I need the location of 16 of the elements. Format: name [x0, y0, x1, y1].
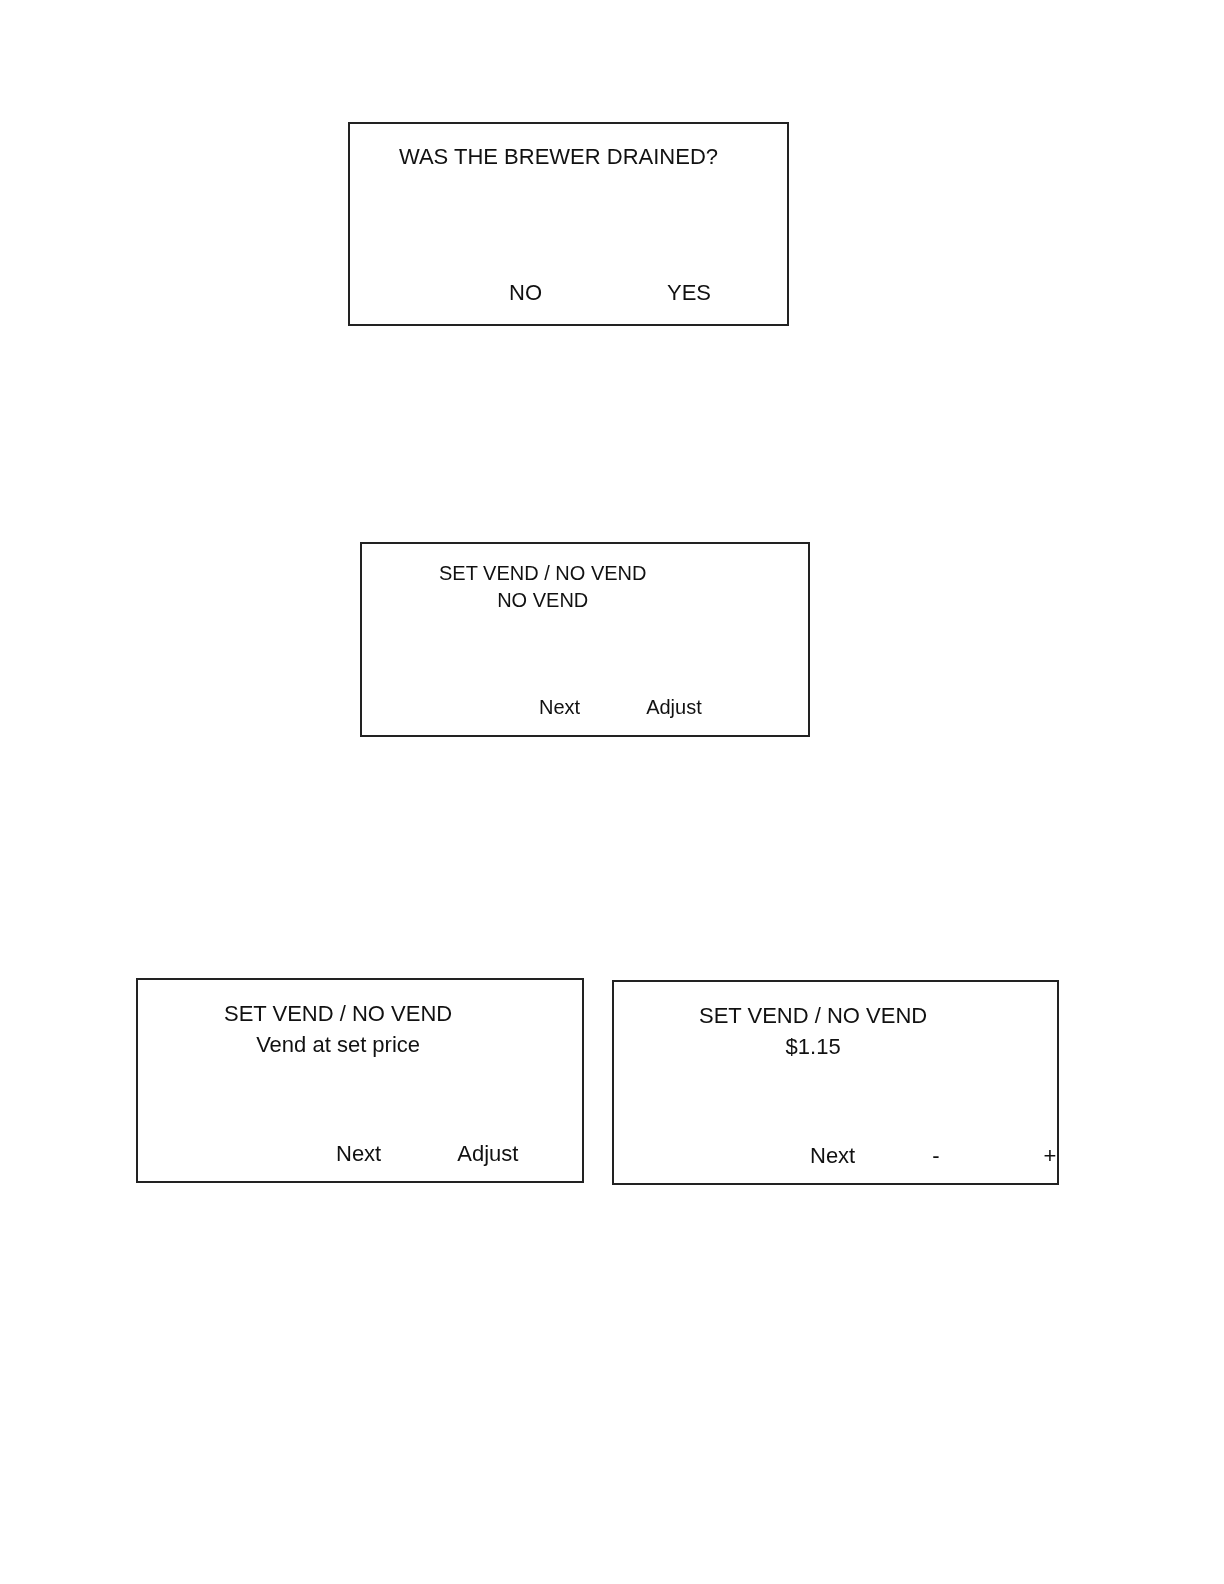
display-text: $1.15 [785, 1033, 841, 1061]
display-text: SET VEND / NO VEND [439, 561, 647, 586]
softkey-label: - [932, 1143, 940, 1169]
softkey-label: Adjust [646, 696, 702, 719]
display-text: SET VEND / NO VEND [224, 1000, 453, 1028]
softkey-label: NO [509, 280, 542, 306]
softkey-label: + [1043, 1143, 1057, 1169]
display-text: WAS THE BREWER DRAINED? [399, 144, 719, 170]
softkey-label: Next [810, 1143, 856, 1169]
display-text: NO VEND [497, 588, 589, 613]
softkey-label: Adjust [457, 1141, 519, 1167]
softkey-label: Next [336, 1141, 382, 1167]
display-text: SET VEND / NO VEND [699, 1002, 928, 1030]
softkey-label: YES [667, 280, 712, 306]
softkey-label: Next [539, 696, 581, 719]
display-text: Vend at set price [256, 1031, 421, 1059]
